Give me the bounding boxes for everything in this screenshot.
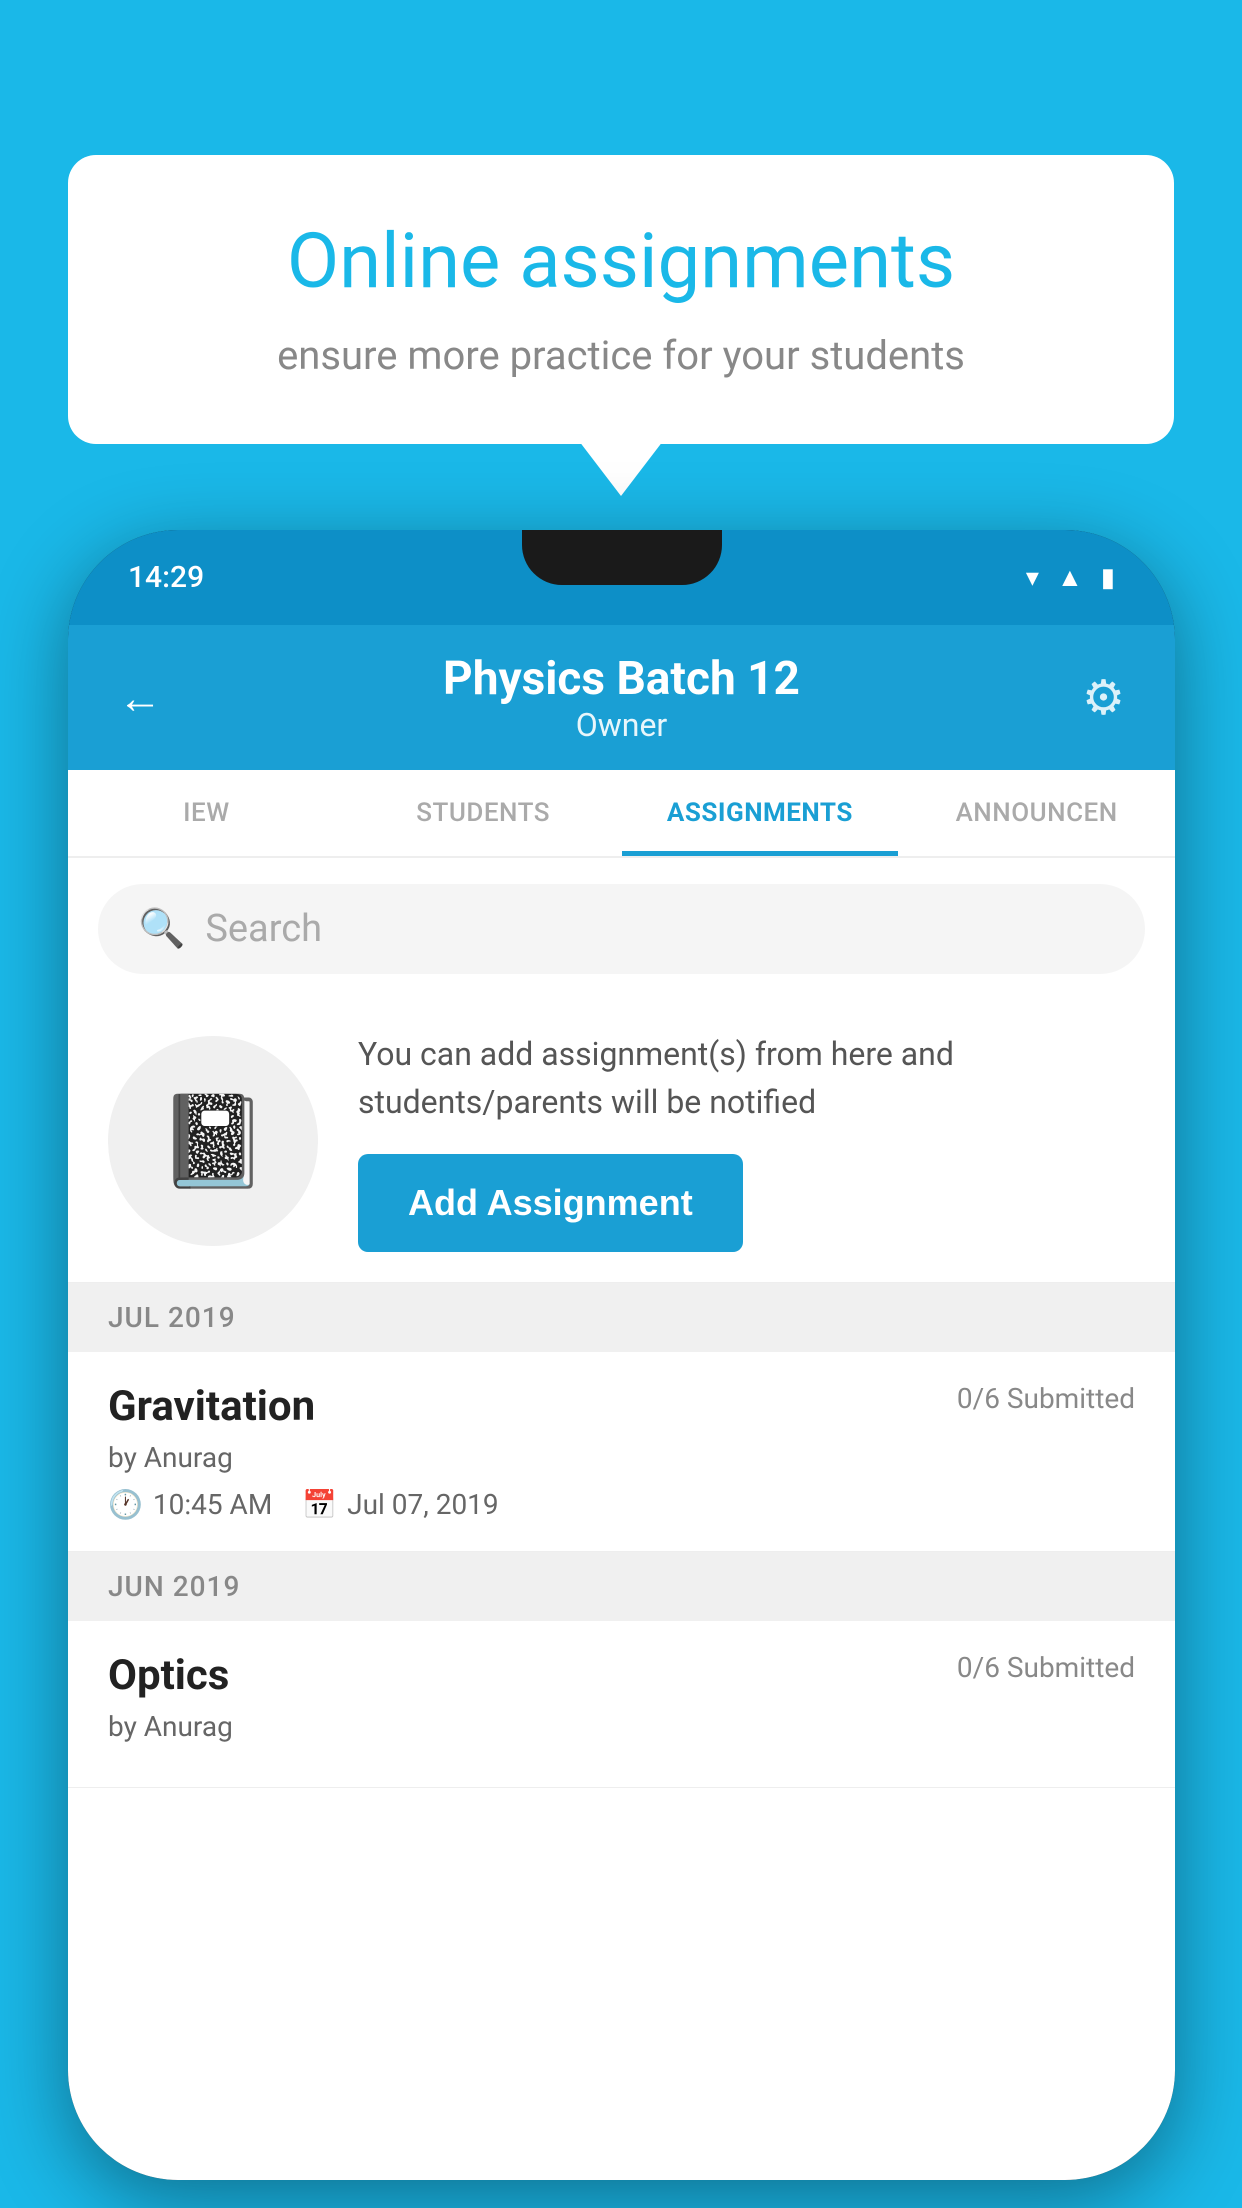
assignment-by-optics: by Anurag bbox=[108, 1710, 1135, 1743]
assignment-item-optics[interactable]: Optics 0/6 Submitted by Anurag bbox=[68, 1621, 1175, 1788]
tabs-bar: IEW STUDENTS ASSIGNMENTS ANNOUNCEN bbox=[68, 770, 1175, 858]
app-header: ← Physics Batch 12 Owner ⚙ bbox=[68, 625, 1175, 770]
tab-announcements[interactable]: ANNOUNCEN bbox=[898, 770, 1175, 856]
speech-bubble: Online assignments ensure more practice … bbox=[68, 155, 1174, 444]
search-bar[interactable]: 🔍 Search bbox=[98, 884, 1145, 974]
assignment-icon-circle: 📓 bbox=[108, 1036, 318, 1246]
phone-frame: 14:29 ▾ ▲ ▮ ← Physics Batch 12 Owner ⚙ I… bbox=[68, 530, 1175, 2180]
assignment-meta: 🕐 10:45 AM 📅 Jul 07, 2019 bbox=[108, 1488, 1135, 1521]
speech-bubble-wrapper: Online assignments ensure more practice … bbox=[68, 155, 1174, 444]
search-icon: 🔍 bbox=[138, 907, 185, 951]
section-header-jul: JUL 2019 bbox=[68, 1283, 1175, 1352]
meta-date: 📅 Jul 07, 2019 bbox=[302, 1488, 498, 1521]
phone-notch bbox=[522, 530, 722, 585]
tab-students[interactable]: STUDENTS bbox=[345, 770, 622, 856]
calendar-icon: 📅 bbox=[302, 1488, 337, 1521]
notebook-icon: 📓 bbox=[157, 1089, 269, 1194]
meta-time: 🕐 10:45 AM bbox=[108, 1488, 272, 1521]
assignment-item-top: Gravitation 0/6 Submitted bbox=[108, 1382, 1135, 1431]
assignment-by: by Anurag bbox=[108, 1441, 1135, 1474]
add-assignment-right: You can add assignment(s) from here and … bbox=[358, 1030, 1135, 1252]
bubble-title: Online assignments bbox=[148, 220, 1094, 304]
battery-icon: ▮ bbox=[1101, 563, 1115, 593]
tab-iew[interactable]: IEW bbox=[68, 770, 345, 856]
assignment-time: 10:45 AM bbox=[153, 1488, 272, 1521]
header-center: Physics Batch 12 Owner bbox=[443, 652, 800, 744]
clock-icon: 🕐 bbox=[108, 1488, 143, 1521]
assignment-name: Gravitation bbox=[108, 1382, 315, 1431]
add-assignment-button[interactable]: Add Assignment bbox=[358, 1154, 743, 1252]
add-assignment-section: 📓 You can add assignment(s) from here an… bbox=[68, 1000, 1175, 1283]
gear-icon[interactable]: ⚙ bbox=[1082, 669, 1125, 726]
wifi-icon: ▾ bbox=[1026, 563, 1039, 593]
assignment-date: Jul 07, 2019 bbox=[347, 1488, 499, 1521]
status-icons: ▾ ▲ ▮ bbox=[1026, 562, 1115, 593]
header-subtitle: Owner bbox=[443, 706, 800, 744]
status-time: 14:29 bbox=[128, 560, 204, 595]
assignment-item-top-optics: Optics 0/6 Submitted bbox=[108, 1651, 1135, 1700]
assignment-item-gravitation[interactable]: Gravitation 0/6 Submitted by Anurag 🕐 10… bbox=[68, 1352, 1175, 1552]
assignment-submitted: 0/6 Submitted bbox=[957, 1382, 1135, 1415]
tab-assignments[interactable]: ASSIGNMENTS bbox=[622, 770, 899, 856]
back-button[interactable]: ← bbox=[118, 672, 162, 724]
search-placeholder: Search bbox=[205, 907, 322, 951]
assignment-submitted-optics: 0/6 Submitted bbox=[957, 1651, 1135, 1684]
bubble-subtitle: ensure more practice for your students bbox=[148, 332, 1094, 379]
phone-screen: 🔍 Search 📓 You can add assignment(s) fro… bbox=[68, 858, 1175, 2180]
assignment-name-optics: Optics bbox=[108, 1651, 229, 1700]
status-bar: 14:29 ▾ ▲ ▮ bbox=[68, 530, 1175, 625]
signal-icon: ▲ bbox=[1057, 562, 1083, 593]
header-title: Physics Batch 12 bbox=[443, 652, 800, 706]
section-header-jun: JUN 2019 bbox=[68, 1552, 1175, 1621]
add-assignment-description: You can add assignment(s) from here and … bbox=[358, 1030, 1135, 1126]
